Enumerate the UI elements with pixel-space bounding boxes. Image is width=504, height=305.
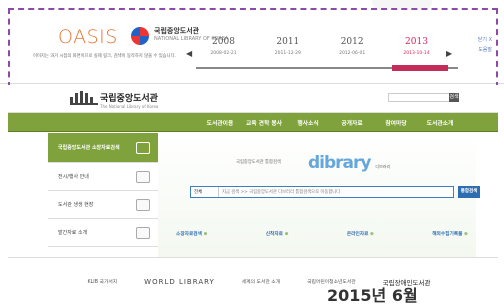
nav-item[interactable]: 도서관소개 xyxy=(418,118,462,127)
banner-world-library[interactable]: WORLD LIBRARY xyxy=(144,278,215,286)
speaker-icon xyxy=(136,198,150,211)
integrated-search-button[interactable]: 통합검색 xyxy=(458,186,480,198)
side-item-publications[interactable]: 발간자료 소개 xyxy=(48,219,158,247)
nav-item[interactable]: 행사소식 xyxy=(286,118,330,127)
quick-links: 소장자료검색 신착자료 온라인자료 해외수집기록물 xyxy=(176,231,468,237)
quick-link[interactable]: 신착자료 xyxy=(266,231,289,237)
nav-item[interactable]: 도서관이용 xyxy=(198,118,242,127)
calendar-icon xyxy=(136,170,150,183)
search-scope-select[interactable]: 전체 xyxy=(191,187,219,197)
banner-world-intro[interactable]: 세계의 도서관 소개 xyxy=(242,278,280,285)
book-icon xyxy=(136,226,150,239)
library-logo[interactable]: 국립중앙도서관 The National Library of Korea xyxy=(100,91,158,109)
header-search-button[interactable]: 검색 xyxy=(449,93,459,102)
banner-row: KLIB 국가서지 WORLD LIBRARY 세계의 도서관 소개 국립어린이… xyxy=(8,257,498,305)
dibrary-search-input[interactable]: 지금 검색 >> 국립중앙도서관 디브러리 통합검색으로 이동합니다 xyxy=(219,187,453,197)
screenshot-frame: OASIS 국립중앙도서관 NATIONAL LIBRARY OF KOREA 이… xyxy=(0,0,504,305)
nav-item[interactable]: 공개자료 xyxy=(330,118,374,127)
quick-link[interactable]: 해외수집기록물 xyxy=(432,231,468,237)
main-nav: 도서관이용 교육 견학 봉사 행사소식 공개자료 참여마당 도서관소개 xyxy=(8,113,498,132)
dibrary-search-box: 전체 지금 검색 >> 국립중앙도서관 디브러리 통합검색으로 이동합니다 xyxy=(190,186,454,198)
quick-link[interactable]: 온라인자료 xyxy=(347,231,374,237)
nav-item[interactable]: 교육 견학 봉사 xyxy=(242,118,286,127)
dibrary-label: 국립중앙도서관 통합검색 xyxy=(236,160,281,165)
banner-klib[interactable]: KLIB 국가서지 xyxy=(87,278,117,285)
side-item-catalog[interactable]: 국립중앙도서관 소장자료검색 xyxy=(48,133,158,163)
home-icon xyxy=(136,141,150,154)
library-website: 국립중앙도서관 The National Library of Korea 검색 … xyxy=(8,85,498,305)
side-item-news[interactable]: 도서관 생생 현장 xyxy=(48,191,158,219)
quick-link[interactable]: 소장자료검색 xyxy=(176,231,207,237)
side-item-events[interactable]: 전시/행사 안내 xyxy=(48,163,158,191)
capture-date-caption: 2015년 6월 xyxy=(327,286,418,305)
dibrary-logo: dibrary 디브러리 xyxy=(308,153,391,173)
dibrary-search-panel: 국립중앙도서관 통합검색 dibrary 디브러리 전체 지금 검색 >> 국립… xyxy=(158,133,480,257)
library-building-icon xyxy=(70,90,98,105)
side-menu: 국립중앙도서관 소장자료검색 전시/행사 안내 도서관 생생 현장 발간자료 소… xyxy=(48,133,158,247)
nav-item[interactable]: 참여마당 xyxy=(374,118,418,127)
header-search-input[interactable] xyxy=(388,93,450,102)
library-header: 국립중앙도서관 The National Library of Korea 검색 xyxy=(8,85,498,113)
highlight-dashed-box xyxy=(8,8,498,88)
